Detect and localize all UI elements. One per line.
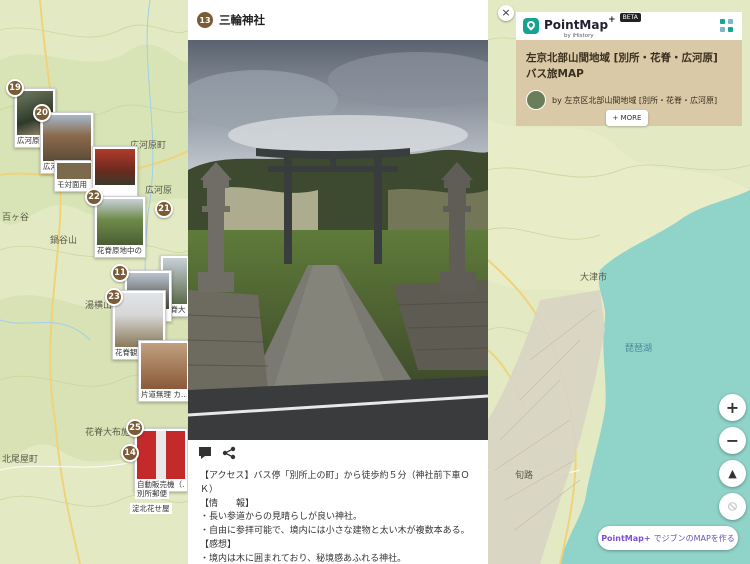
zoom-in-button[interactable]: + [719,394,746,421]
map-marker[interactable]: 11 [111,264,129,282]
thumb-caption: 片道無理 カ… [141,390,187,399]
map-author[interactable]: by 左京区北部山間地域 [別所・花脊・広河原] [526,90,717,110]
brand-plus: + [608,14,616,25]
description-line: ・自由に参拝可能で、境内には小さな建物と太い木が複数本ある。 [200,526,470,537]
place-label: 旬路 [515,471,534,481]
map-marker[interactable]: 23 [105,288,123,306]
place-label: 広河原 [145,186,173,196]
place-label: 百ヶ谷 [2,213,30,223]
spot-description: 【アクセス】バス停「別所上の町」から徒歩約５分（神社前下車ＯＫ） 【情 報】 ・… [200,470,480,564]
place-label: 北尾屋町 [2,455,39,465]
spot-photo[interactable] [188,40,488,440]
author-name: by 左京区北部山間地域 [別所・花脊・広河原] [552,95,718,105]
map-photo-thumb[interactable]: モ対面用 [54,160,94,192]
place-label: 大津市 [580,273,608,283]
thumb-caption: モ対面用 [57,180,87,189]
avatar [526,90,546,110]
more-button[interactable]: + MORE [606,110,648,126]
map-info-card: PointMap+ BETA by iHistory 左京北部山間地域 [別所・花… [516,12,742,126]
description-line: 【情 報】 [200,498,255,509]
pointmap-logo-icon [523,18,539,34]
spot-detail-panel: 13 三輪神社 【アクセス】バス停「別所上の町」から徒歩約５分（神社前下車ＯＫ）… [188,0,488,564]
comment-icon[interactable] [198,446,212,460]
map-photo-thumb[interactable]: 自動販売機（… [134,428,188,492]
place-label: 鍋谷山 [50,236,78,246]
spot-actions [198,446,236,460]
map-photo-thumb[interactable]: 片道無理 カ… [138,340,190,402]
brand-bar: PointMap+ BETA by iHistory [516,12,742,40]
map-title-line: 左京北部山間地域 [別所・花脊・広河原] [526,52,718,64]
brand-by-line: by iHistory [564,32,594,39]
spot-title: 三輪神社 [219,13,265,27]
brand-name: PointMap [544,17,609,32]
cta-brand: PointMap+ [601,533,651,543]
spot-number-badge: 13 [197,12,213,28]
description-line: 【感想】 [200,539,237,550]
description-line: ・境内は木に囲まれており、秘境感あふれる神社。 [200,553,407,564]
create-map-button[interactable]: PointMap+ でジブンのMAPを作る [598,526,738,550]
compass-button[interactable]: ▲ [719,460,746,487]
map-title: 左京北部山間地域 [別所・花脊・広河原] バス旅MAP [526,50,718,82]
map-marker[interactable]: 19 [6,79,24,97]
zoom-out-button[interactable]: − [719,427,746,454]
map-marker[interactable]: 14 [121,444,139,462]
close-button[interactable]: × [498,5,514,21]
description-line: ・長い参道からの見晴らしが良い神社。 [200,512,363,523]
locate-button[interactable]: ⦸ [719,493,746,520]
menu-grid-icon[interactable] [720,19,734,33]
beta-badge: BETA [619,12,641,22]
map-marker[interactable]: 21 [155,200,173,218]
map-marker[interactable]: 20 [33,104,51,122]
map-title-line: バス旅MAP [526,68,584,80]
place-label: 琵琶湖 [625,344,653,354]
map-marker[interactable]: 22 [85,188,103,206]
map-marker[interactable]: 25 [126,419,144,437]
description-line: 【アクセス】バス停「別所上の町」から徒歩約５分（神社前下車ＯＫ） [200,471,470,495]
cta-text: でジブンのMAPを作る [653,533,735,543]
share-icon[interactable] [222,446,236,460]
thumb-caption: 別所郵便 [135,488,169,499]
thumb-caption: 花脊原地中の [97,246,142,255]
thumb-caption: 淀北花せ屋 [130,503,172,514]
spot-header: 13 三輪神社 [188,0,488,40]
map-photo-thumb[interactable]: 花脊原地中の [94,196,146,258]
